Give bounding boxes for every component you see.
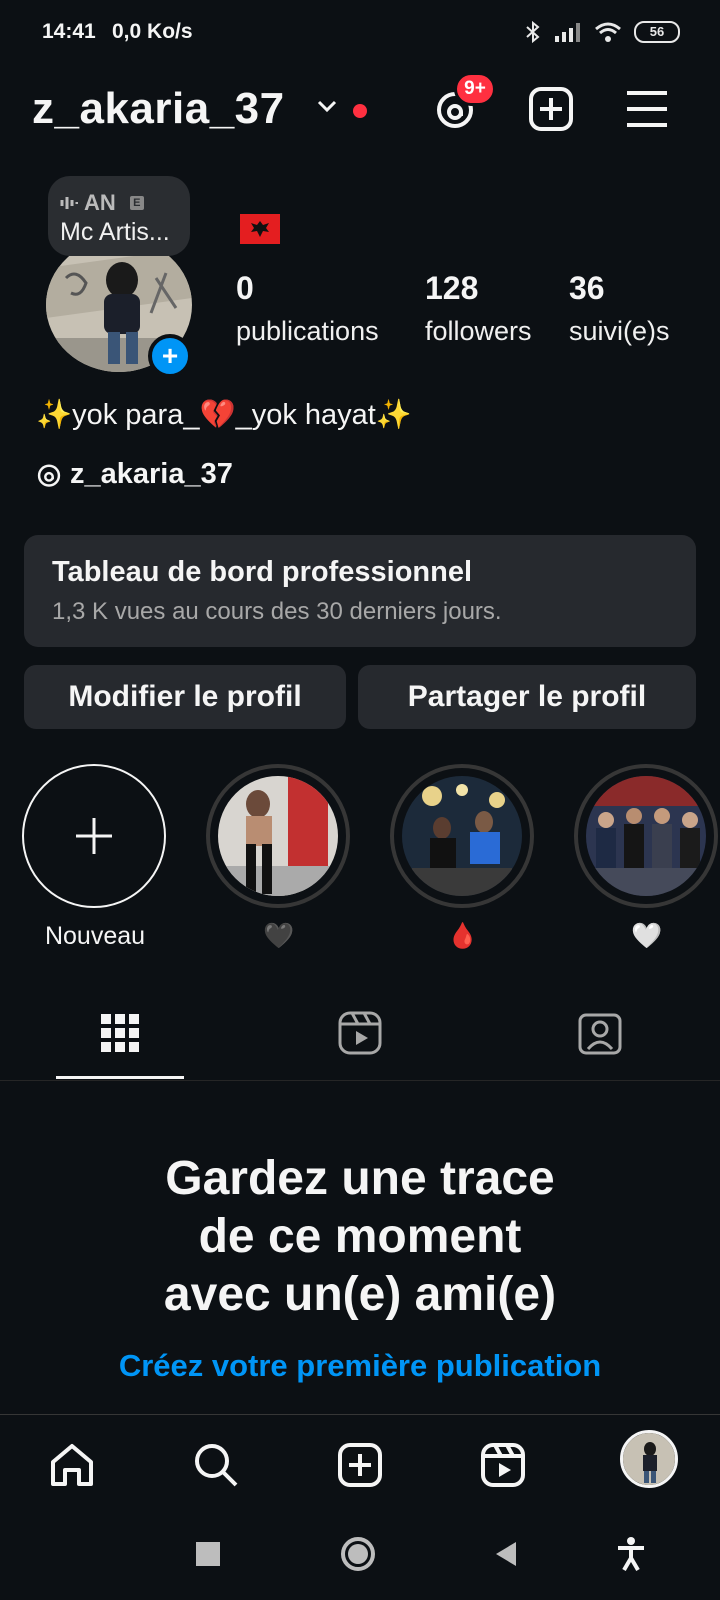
following-count[interactable]: 36 [569,270,605,307]
add-story-icon[interactable]: + [148,334,192,378]
new-highlight-button[interactable] [22,764,166,908]
home-system-button[interactable] [340,1536,376,1572]
profile-username[interactable]: z_akaria_37 [32,84,285,134]
highlight-1[interactable] [206,764,350,908]
avatar-photo [623,1433,675,1485]
reels-icon [338,1011,382,1055]
highlight-label-new: Nouveau [44,922,146,950]
reels-icon [481,1443,525,1487]
nav-search[interactable] [189,1438,243,1492]
threads-icon [37,463,61,487]
recent-apps-button[interactable] [196,1542,220,1566]
profile-bio: ✨yok para_💔_yok hayat✨ [36,399,412,431]
highlight-2[interactable] [390,764,534,908]
account-alert-dot [353,104,367,118]
highlight-label-3: 🤍 [631,922,663,950]
hamburger-menu-icon [627,91,667,127]
note-title[interactable]: AN E [60,190,144,216]
threads-handle: z_akaria_37 [70,458,233,490]
tab-tagged[interactable] [575,1008,625,1058]
highlight-label-2: 🩸 [447,922,479,950]
dashboard-title[interactable]: Tableau de bord professionnel [52,556,472,589]
highlight-photo [586,776,706,896]
music-wave-icon [60,197,78,209]
tab-grid[interactable] [95,1008,145,1058]
plus-square-icon [338,1443,382,1487]
followers-label[interactable]: followers [425,316,532,347]
battery-indicator: 56 [634,21,680,43]
status-network-speed: 0,0 Ko/s [112,20,193,43]
threads-profile-link[interactable]: z_akaria_37 [36,458,233,491]
edit-profile-button[interactable]: Modifier le profil [24,665,346,729]
signal-icon [555,23,580,42]
circle-icon [341,1537,375,1571]
highlight-label-1: 🖤 [263,922,295,950]
back-button[interactable] [494,1540,518,1568]
following-label[interactable]: suivi(e)s [569,316,670,347]
tagged-user-icon [578,1013,622,1055]
empty-state-line-3: avec un(e) ami(e) [163,1268,557,1321]
plus-square-icon [529,87,573,131]
nav-home[interactable] [45,1438,99,1492]
active-tab-indicator [56,1076,184,1079]
status-time: 14:41 [42,20,96,43]
grid-icon [101,1014,139,1052]
highlight-photo [218,776,338,896]
search-icon [195,1444,238,1487]
posts-label[interactable]: publications [236,316,379,347]
share-profile-button[interactable]: Partager le profil [358,665,696,729]
dashboard-subtitle[interactable]: 1,3 K vues au cours des 30 derniers jour… [52,598,502,626]
explicit-icon: E [129,196,144,210]
nav-profile-avatar[interactable] [620,1430,678,1488]
highlight-photo [402,776,522,896]
create-button[interactable] [526,84,576,134]
plus-icon [76,818,112,854]
albania-flag-icon [240,214,280,244]
bluetooth-icon [526,20,540,44]
notifications-badge: 9+ [454,72,496,106]
accessibility-button[interactable] [616,1536,646,1572]
empty-state-title: Gardez une trace de ce moment avec un(e)… [0,1150,720,1324]
nav-reels[interactable] [476,1438,530,1492]
followers-count[interactable]: 128 [425,270,478,307]
nav-divider [0,1414,720,1415]
note-artist[interactable]: Mc Artis... [60,218,170,247]
note-song-title: AN [84,190,116,215]
wifi-icon [595,22,621,42]
empty-state-line-1: Gardez une trace [165,1152,555,1205]
chevron-down-icon[interactable] [316,98,338,114]
empty-state-line-2: de ce moment [198,1210,522,1263]
tab-reels[interactable] [335,1008,385,1058]
posts-count[interactable]: 0 [236,270,254,307]
nav-create[interactable] [333,1438,387,1492]
accessibility-icon [618,1537,644,1572]
menu-button[interactable] [622,84,672,134]
back-triangle-icon [496,1542,516,1566]
tab-divider [0,1080,720,1081]
square-icon [196,1542,220,1566]
status-icons: 56 [524,20,680,44]
professional-dashboard-card[interactable] [24,535,696,647]
highlight-3[interactable] [574,764,718,908]
create-first-post-link[interactable]: Créez votre première publication [0,1348,720,1384]
home-icon [51,1444,93,1486]
